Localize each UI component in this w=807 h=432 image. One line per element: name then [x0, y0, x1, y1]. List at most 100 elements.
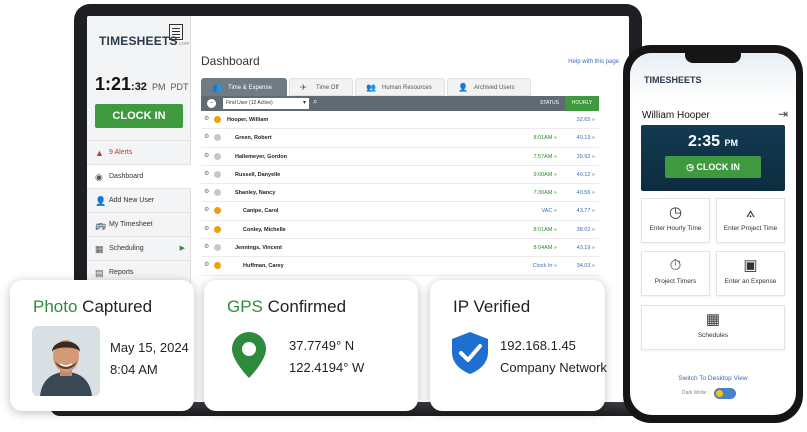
sidebar-item-dashboard[interactable]: ◉ Dashboard: [87, 164, 191, 188]
row-status[interactable]: Clock In »: [533, 257, 557, 275]
row-gear-icon[interactable]: ⚙: [204, 225, 211, 232]
enter-expense-tile[interactable]: ▣ Enter an Expense: [716, 251, 785, 296]
row-user-name[interactable]: Hooper, William: [227, 111, 268, 129]
gps-longitude: 122.4194° W: [289, 360, 365, 375]
sidebar-item-alerts[interactable]: ▲ 9 Alerts: [87, 140, 191, 164]
logout-icon[interactable]: ⇥: [778, 107, 788, 121]
card-title: Photo Captured: [33, 297, 153, 316]
row-user-name[interactable]: Russell, Danyelle: [235, 166, 280, 184]
row-hourly[interactable]: 40.56 »: [577, 184, 595, 202]
user-name: William Hooper: [642, 110, 710, 121]
logo-grid-icon: [169, 24, 183, 40]
enter-hourly-time-tile[interactable]: ◷ Enter Hourly Time: [641, 198, 710, 243]
table-row[interactable]: ⚙ Hooper, William 32.65 »: [201, 111, 599, 130]
dashboard-icon: ◉: [95, 172, 103, 182]
gps-latitude: 37.7749° N: [289, 338, 355, 353]
row-user-name[interactable]: Jennings, Vincent: [235, 239, 282, 257]
shield-check-icon: [452, 332, 488, 379]
clock-icon: ◷: [668, 204, 683, 221]
row-user-name[interactable]: Green, Robert: [235, 129, 272, 147]
row-user-name[interactable]: Hallemeyer, Gordon: [235, 148, 287, 166]
row-hourly[interactable]: 40.19 »: [577, 129, 595, 147]
row-status[interactable]: 7:57AM »: [533, 148, 557, 166]
clock-panel: 2:35 PM ◷ CLOCK IN: [641, 125, 785, 191]
row-user-name[interactable]: Canipe, Carol: [243, 202, 278, 220]
find-user-select[interactable]: Find User (12 Active): [223, 98, 309, 109]
row-user-name[interactable]: Huffman, Carey: [243, 257, 284, 275]
row-status[interactable]: 9:00AM »: [533, 166, 557, 184]
current-time: 1:21:32 PM PDT: [95, 74, 189, 94]
sidebar-item-scheduling[interactable]: ▦ Scheduling ▶: [87, 236, 191, 260]
row-hourly[interactable]: 39.92 »: [577, 148, 595, 166]
row-gear-icon[interactable]: ⚙: [204, 206, 211, 213]
row-status[interactable]: 8:04AM »: [533, 239, 557, 257]
dark-mode-toggle[interactable]: [714, 388, 736, 399]
photo-date: May 15, 2024: [110, 340, 189, 355]
dark-mode-label: Dark Mode: [682, 390, 707, 396]
table-row[interactable]: ⚙ Huffman, Carey Clock In » 34.03 »: [201, 257, 599, 276]
row-gear-icon[interactable]: ⚙: [204, 170, 211, 177]
project-timers-tile[interactable]: ⏱ Project Timers: [641, 251, 710, 296]
search-icon[interactable]: ⌕: [313, 97, 317, 107]
status-dot-icon: [214, 207, 221, 215]
sidebar-item-my-timesheet[interactable]: 🚌 My Timesheet: [87, 212, 191, 236]
row-status[interactable]: VAC »: [542, 202, 558, 220]
card-title: IP Verified: [453, 297, 531, 316]
phone-logo: TIMESHEETS: [644, 75, 702, 85]
row-hourly[interactable]: 38.02 »: [577, 221, 595, 239]
column-header-status[interactable]: STATUS: [540, 96, 559, 111]
archive-user-icon: 👤: [458, 83, 468, 92]
tab-time-expense[interactable]: 👥 Time & Expense: [201, 78, 287, 96]
status-dot-icon: [214, 244, 221, 252]
table-row[interactable]: ⚙ Jennings, Vincent 8:04AM » 43.19 »: [201, 239, 599, 258]
row-gear-icon[interactable]: ⚙: [204, 261, 211, 268]
status-dot-icon: [214, 189, 221, 197]
timesheet-icon: 🚌: [95, 220, 107, 230]
table-row[interactable]: ⚙ Conley, Michelle 8:01AM » 38.02 »: [201, 221, 599, 240]
row-status[interactable]: 7:30AM »: [533, 184, 557, 202]
status-dot-icon: [214, 225, 221, 233]
enter-project-time-tile[interactable]: ⟑ Enter Project Time: [716, 198, 785, 243]
row-status[interactable]: 8:01AM »: [533, 129, 557, 147]
table-row[interactable]: ⚙ Canipe, Carol VAC » 43.77 »: [201, 202, 599, 221]
row-status[interactable]: 8:01AM »: [533, 221, 557, 239]
marketing-composite: TIMESHEETS.com 1:21:32 PM PDT CLOCK IN ▲…: [0, 0, 807, 432]
status-dot-icon: [214, 134, 221, 142]
phone-screen: TIMESHEETS William Hooper ⇥ 2:35 PM ◷ CL…: [630, 53, 796, 415]
column-header-hourly[interactable]: HOURLY: [565, 96, 599, 111]
phone-frame: TIMESHEETS William Hooper ⇥ 2:35 PM ◷ CL…: [623, 45, 803, 423]
table-row[interactable]: ⚙ Shanley, Nancy 7:30AM » 40.56 »: [201, 184, 599, 203]
row-hourly[interactable]: 32.65 »: [577, 111, 595, 129]
collapse-icon[interactable]: −: [207, 99, 216, 108]
schedules-tile[interactable]: ▦ Schedules: [641, 305, 785, 350]
row-hourly[interactable]: 34.03 »: [577, 257, 595, 275]
table-row[interactable]: ⚙ Russell, Danyelle 9:00AM » 40.12 »: [201, 166, 599, 185]
row-user-name[interactable]: Shanley, Nancy: [235, 184, 275, 202]
phone-clock-in-button[interactable]: ◷ CLOCK IN: [665, 156, 761, 178]
user-list: ⚙ Hooper, William 32.65 » ⚙ Green, Robert 8:0…: [201, 111, 599, 276]
row-hourly[interactable]: 43.77 »: [577, 202, 595, 220]
user-filter-bar: − Find User (12 Active) ⌕ STATUS HOURLY: [201, 96, 599, 111]
tab-archived-users[interactable]: 👤 Archived Users: [447, 78, 531, 96]
row-gear-icon[interactable]: ⚙: [204, 152, 211, 159]
clock-in-button[interactable]: CLOCK IN: [95, 104, 183, 128]
row-gear-icon[interactable]: ⚙: [204, 243, 211, 250]
help-link[interactable]: Help with this page: [568, 59, 619, 65]
row-gear-icon[interactable]: ⚙: [204, 188, 211, 195]
gps-confirmed-card: GPS Confirmed 37.7749° N 122.4194° W: [204, 280, 418, 411]
sidebar-item-add-user[interactable]: 👤 Add New User: [87, 188, 191, 212]
switch-desktop-link[interactable]: Switch To Desktop View: [630, 375, 796, 382]
phone-current-time: 2:35 PM: [688, 133, 738, 150]
group-icon: 👥: [366, 83, 376, 92]
table-row[interactable]: ⚙ Hallemeyer, Gordon 7:57AM » 39.92 »: [201, 148, 599, 166]
row-hourly[interactable]: 40.12 »: [577, 166, 595, 184]
tab-time-off[interactable]: ✈ Time Off: [289, 78, 353, 96]
tab-human-resources[interactable]: 👥 Human Resources: [355, 78, 445, 96]
row-gear-icon[interactable]: ⚙: [204, 115, 211, 122]
row-gear-icon[interactable]: ⚙: [204, 133, 211, 140]
row-user-name[interactable]: Conley, Michelle: [243, 221, 286, 239]
row-hourly[interactable]: 43.19 »: [577, 239, 595, 257]
status-dot-icon: [214, 116, 221, 123]
table-row[interactable]: ⚙ Green, Robert 8:01AM » 40.19 »: [201, 129, 599, 148]
photo-captured-card: Photo Captured May 15, 2024 8:04 AM: [10, 280, 194, 411]
